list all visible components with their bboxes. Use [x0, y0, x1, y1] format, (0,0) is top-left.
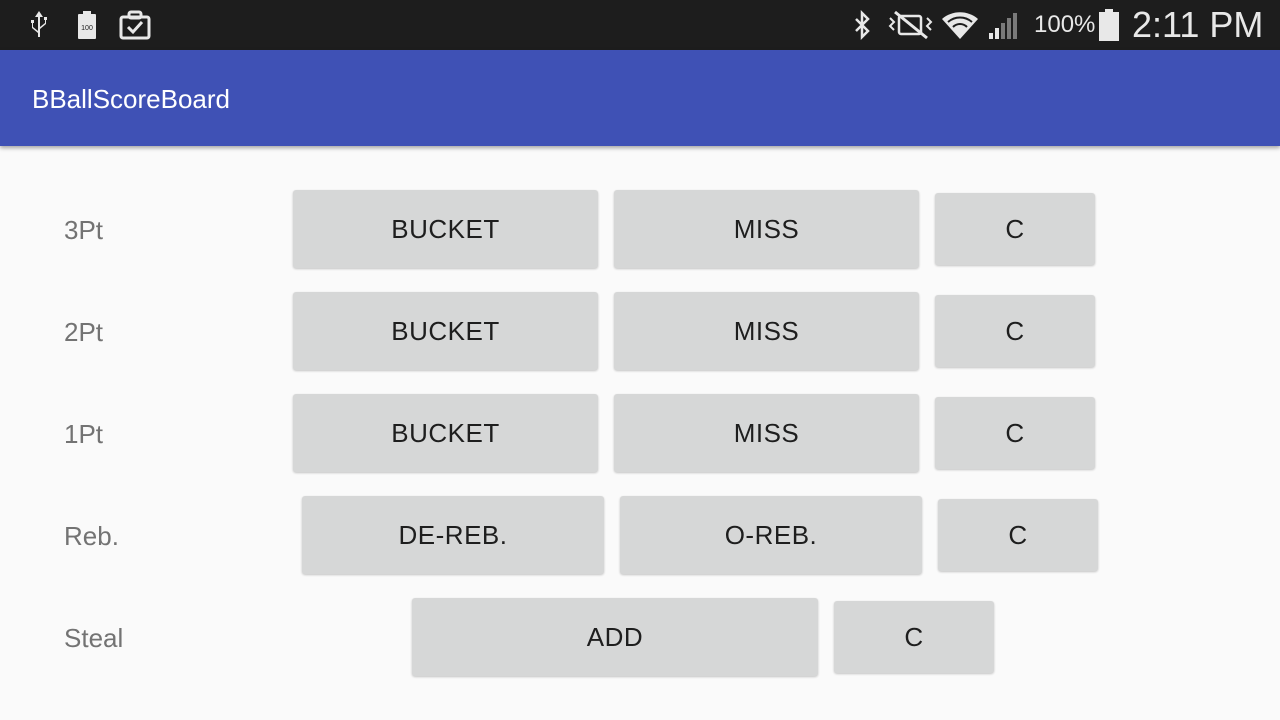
3pt-bucket-button[interactable]: BUCKET	[293, 190, 598, 268]
status-bar: 100 100% 2:11 PM	[0, 0, 1280, 50]
battery-icon	[1096, 0, 1122, 50]
row-label-3pt: 3Pt	[64, 215, 104, 245]
2pt-bucket-button[interactable]: BUCKET	[293, 292, 598, 370]
scoreboard-content: 3Pt BUCKET MISS C 2Pt BUCKET MISS C 1Pt …	[0, 146, 1280, 720]
offensive-rebound-button[interactable]: O-REB.	[620, 496, 922, 574]
row-label-1pt: 1Pt	[64, 419, 104, 449]
svg-text:100: 100	[81, 25, 93, 32]
wifi-icon	[940, 0, 980, 50]
clock: 2:11 PM	[1132, 4, 1264, 45]
battery-saver-icon: 100	[76, 0, 98, 50]
2pt-miss-button[interactable]: MISS	[614, 292, 919, 370]
signal-icon	[986, 0, 1024, 50]
clipboard-check-icon	[118, 0, 152, 50]
steal-clear-button[interactable]: C	[834, 601, 994, 673]
usb-icon	[26, 0, 52, 50]
row-label-steal: Steal	[64, 623, 124, 653]
3pt-miss-button[interactable]: MISS	[614, 190, 919, 268]
steal-add-button[interactable]: ADD	[412, 598, 818, 676]
1pt-miss-button[interactable]: MISS	[614, 394, 919, 472]
row-label-2pt: 2Pt	[64, 317, 104, 347]
2pt-clear-button[interactable]: C	[935, 295, 1095, 367]
1pt-bucket-button[interactable]: BUCKET	[293, 394, 598, 472]
bluetooth-icon	[850, 0, 874, 50]
app-bar: BBallScoreBoard	[0, 50, 1280, 146]
defensive-rebound-button[interactable]: DE-REB.	[302, 496, 604, 574]
battery-percent: 100%	[1034, 11, 1096, 38]
row-label-rebound: Reb.	[64, 521, 119, 551]
app-title: BBallScoreBoard	[32, 84, 230, 114]
1pt-clear-button[interactable]: C	[935, 397, 1095, 469]
rebound-clear-button[interactable]: C	[938, 499, 1098, 571]
vibrate-off-icon	[886, 0, 936, 50]
3pt-clear-button[interactable]: C	[935, 193, 1095, 265]
